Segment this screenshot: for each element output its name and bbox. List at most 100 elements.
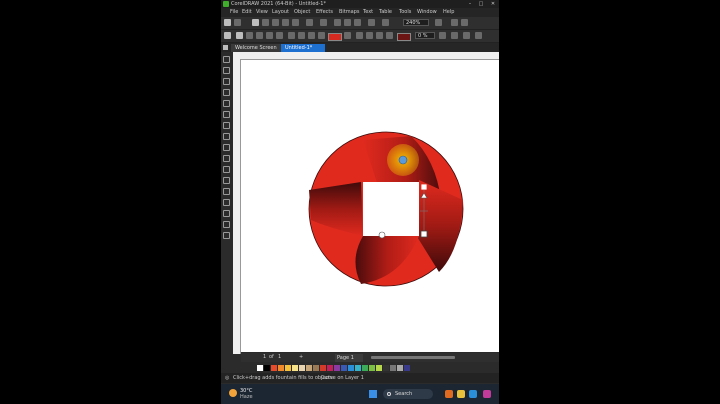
full-screen-icon[interactable] — [382, 19, 389, 26]
swap-colors-icon[interactable] — [344, 32, 351, 39]
drawing-canvas[interactable] — [241, 60, 499, 352]
elliptical-fountain-icon[interactable] — [298, 32, 305, 39]
rectangular-fountain-icon[interactable] — [318, 32, 325, 39]
artistic-media-icon[interactable] — [223, 111, 230, 118]
menu-bitmaps[interactable]: Bitmaps — [339, 8, 360, 17]
palette-swatch[interactable] — [369, 365, 375, 371]
snap-to-icon[interactable] — [435, 19, 442, 26]
freehand-tool-icon[interactable] — [223, 100, 230, 107]
smart-fill-icon[interactable] — [223, 232, 230, 239]
palette-swatch[interactable] — [348, 365, 354, 371]
crop-tool-icon[interactable] — [223, 78, 230, 85]
shape-tool-icon[interactable] — [223, 67, 230, 74]
edit-fill-icon[interactable] — [451, 32, 458, 39]
conical-fountain-icon[interactable] — [308, 32, 315, 39]
palette-swatch[interactable] — [299, 365, 305, 371]
open-icon[interactable] — [234, 19, 241, 26]
palette-swatch[interactable] — [264, 365, 270, 371]
add-page-icon[interactable]: + — [299, 353, 303, 362]
app-icon-1[interactable] — [445, 390, 453, 398]
parallel-dimension-icon[interactable] — [223, 166, 230, 173]
connector-tool-icon[interactable] — [223, 177, 230, 184]
print-icon[interactable] — [262, 19, 269, 26]
tab-untitled-1[interactable]: Untitled-1* — [281, 44, 325, 52]
close-icon[interactable]: ✕ — [488, 0, 498, 8]
horizontal-scrollbar[interactable] — [371, 356, 455, 359]
fill-end-node[interactable] — [420, 230, 428, 238]
menu-view[interactable]: View — [256, 8, 268, 17]
cut-icon[interactable] — [272, 19, 279, 26]
redo-icon[interactable] — [320, 19, 327, 26]
home-icon[interactable] — [223, 45, 228, 50]
paste-icon[interactable] — [292, 19, 299, 26]
pick-tool-icon[interactable] — [223, 56, 230, 63]
palette-swatch[interactable] — [376, 365, 382, 371]
palette-swatch[interactable] — [362, 365, 368, 371]
copy-icon[interactable] — [282, 19, 289, 26]
new-document-icon[interactable] — [224, 19, 231, 26]
options-icon[interactable] — [451, 19, 458, 26]
rectangle-tool-icon[interactable] — [223, 122, 230, 129]
palette-swatch[interactable] — [355, 365, 361, 371]
weather-icon[interactable] — [229, 389, 237, 397]
eyedropper-icon[interactable] — [223, 210, 230, 217]
undo-icon[interactable] — [306, 19, 313, 26]
repeat-icon[interactable] — [366, 32, 373, 39]
menu-layout[interactable]: Layout — [272, 8, 289, 17]
palette-swatch[interactable] — [320, 365, 326, 371]
menu-object[interactable]: Object — [294, 8, 310, 17]
palette-swatch[interactable] — [404, 365, 410, 371]
palette-swatch[interactable] — [257, 365, 263, 371]
import-icon[interactable] — [344, 19, 351, 26]
menu-edit[interactable]: Edit — [242, 8, 252, 17]
free-scale-icon[interactable] — [475, 32, 482, 39]
palette-swatch[interactable] — [285, 365, 291, 371]
palette-swatch[interactable] — [278, 365, 284, 371]
app-icon-3[interactable] — [469, 390, 477, 398]
fill-start-color-swatch[interactable] — [328, 33, 342, 41]
drop-shadow-icon[interactable] — [223, 188, 230, 195]
palette-swatch[interactable] — [271, 365, 277, 371]
maximize-icon[interactable]: □ — [476, 0, 486, 8]
menu-text[interactable]: Text — [363, 8, 373, 17]
fountain-fill-icon[interactable] — [246, 32, 253, 39]
uniform-fill-icon[interactable] — [236, 32, 243, 39]
menu-table[interactable]: Table — [379, 8, 392, 17]
fountain-fill-handle[interactable] — [398, 155, 408, 165]
zoom-tool-icon[interactable] — [223, 89, 230, 96]
tab-page-1[interactable]: Page 1 — [335, 354, 363, 362]
menu-window[interactable]: Window — [417, 8, 437, 17]
blend-icon[interactable] — [356, 32, 363, 39]
publish-pdf-icon[interactable] — [368, 19, 375, 26]
palette-swatch[interactable] — [341, 365, 347, 371]
menu-tools[interactable]: Tools — [399, 8, 411, 17]
app-icon-4[interactable] — [483, 390, 491, 398]
vector-pattern-fill-icon[interactable] — [256, 32, 263, 39]
bitmap-pattern-fill-icon[interactable] — [266, 32, 273, 39]
polygon-tool-icon[interactable] — [223, 144, 230, 151]
copy-fill-icon[interactable] — [463, 32, 470, 39]
minimize-icon[interactable]: – — [465, 0, 475, 8]
export-icon[interactable] — [354, 19, 361, 26]
linear-fountain-icon[interactable] — [288, 32, 295, 39]
fill-none-icon[interactable] — [224, 32, 231, 39]
menu-effects[interactable]: Effects — [316, 8, 333, 17]
fill-start-node[interactable] — [420, 183, 428, 191]
transparency-field[interactable]: 0 % — [415, 32, 435, 39]
taskbar-search[interactable]: Search — [383, 389, 433, 399]
search-content-icon[interactable] — [334, 19, 341, 26]
node-position-icon[interactable] — [439, 32, 446, 39]
palette-swatch[interactable] — [334, 365, 340, 371]
palette-swatch[interactable] — [313, 365, 319, 371]
mirror-icon[interactable] — [376, 32, 383, 39]
text-tool-icon[interactable] — [223, 155, 230, 162]
palette-swatch[interactable] — [327, 365, 333, 371]
interactive-fill-icon[interactable] — [223, 221, 230, 228]
zoom-level-field[interactable]: 240% — [403, 19, 429, 26]
windows-start-icon[interactable] — [369, 390, 377, 398]
palette-swatch[interactable] — [306, 365, 312, 371]
transparency-tool-icon[interactable] — [223, 199, 230, 206]
tab-welcome-screen[interactable]: Welcome Screen — [231, 44, 285, 52]
save-icon[interactable] — [252, 19, 259, 26]
palette-swatch[interactable] — [390, 365, 396, 371]
